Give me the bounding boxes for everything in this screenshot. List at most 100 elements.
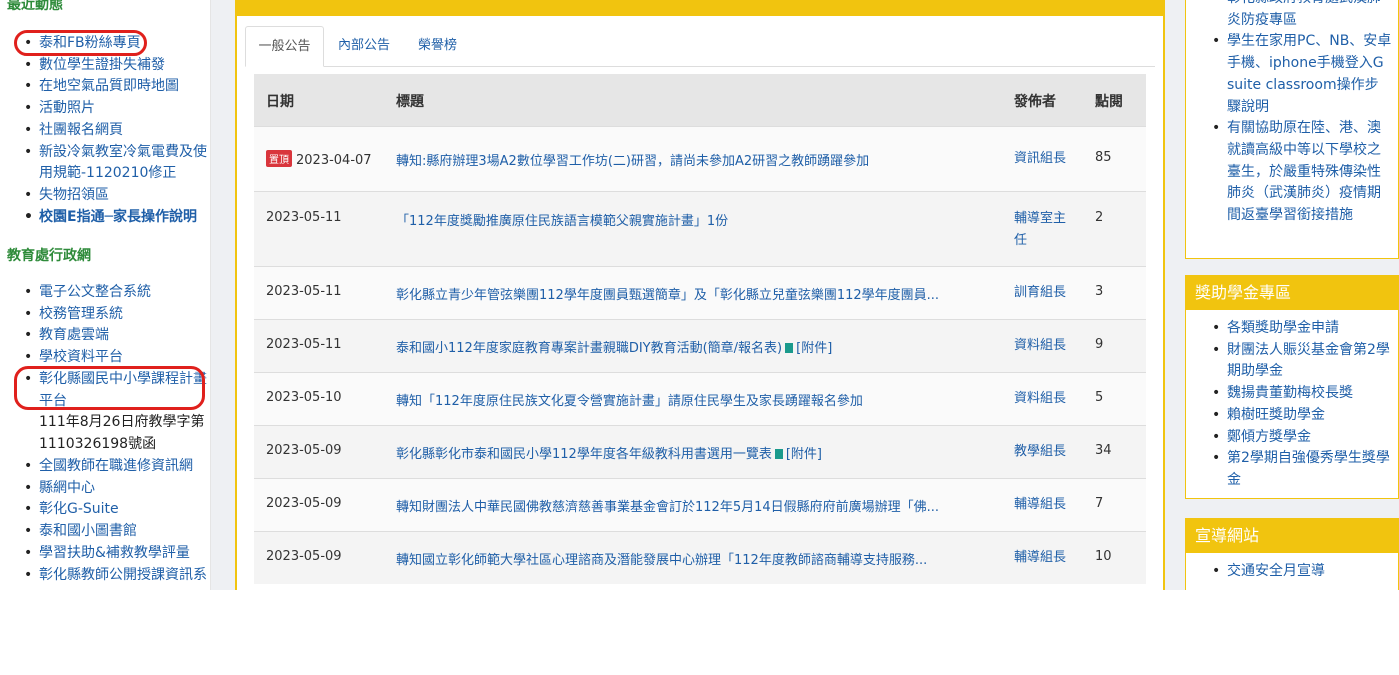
row-hits: 5	[1095, 390, 1104, 405]
scholarship-box: 獎助學金專區 各類獎助學金申請財團法人賑災基金會第2學期助學金魏揚貴董勤梅校長獎…	[1185, 275, 1399, 499]
row-hits: 10	[1095, 549, 1112, 564]
table-row: 2023-05-09 轉知財團法人中華民國佛教慈濟慈善事業基金會訂於112年5月1…	[254, 478, 1146, 531]
row-date: 2023-05-11	[266, 337, 342, 352]
epidemic-link-0[interactable]: 彰化縣政府教育處武漢肺炎防疫專區	[1186, 0, 1398, 31]
recent-link-1[interactable]: 數位學生證掛失補發	[0, 55, 210, 77]
header-title: 標題	[396, 94, 424, 110]
section-title-edu-admin: 教育處行政網	[7, 248, 91, 264]
row-publisher-link[interactable]: 資料組長	[1014, 388, 1076, 410]
edu-link-2[interactable]: 教育處雲端	[0, 325, 210, 347]
recent-link-6[interactable]: 失物招領區	[0, 185, 210, 207]
row-title-link[interactable]: 轉知:縣府辦理3場A2數位學習工作坊(二)研習，請尚未參加A2研習之教師踴躍參加	[396, 154, 869, 169]
row-hits: 85	[1095, 150, 1112, 165]
row-date-cell: 2023-05-11	[266, 210, 342, 225]
scholarship-link-5[interactable]: 第2學期自強優秀學生獎學金	[1186, 448, 1398, 491]
row-hits: 34	[1095, 443, 1112, 458]
announcement-tabs: 一般公告 內部公告 榮譽榜	[245, 26, 1155, 67]
epidemic-link-1[interactable]: 學生在家用PC、NB、安卓手機、iphone手機登入G suite classr…	[1186, 31, 1398, 118]
row-title-link[interactable]: 轉知國立彰化師範大學社區心理諮商及潛能發展中心辦理「112年度教師諮商輔導支持服…	[396, 553, 927, 568]
row-date: 2023-05-11	[266, 284, 342, 299]
scholarship-link-0[interactable]: 各類獎助學金申請	[1186, 318, 1398, 340]
edu-link-b-2[interactable]: 彰化G-Suite	[0, 499, 210, 521]
row-publisher-link[interactable]: 訓育組長	[1014, 282, 1076, 304]
tab-general[interactable]: 一般公告	[245, 26, 324, 67]
row-publisher-link[interactable]: 輔導組長	[1014, 494, 1076, 516]
promotion-box: 宣導網站 交通安全月宣導	[1185, 518, 1399, 590]
row-publisher-link[interactable]: 資訊組長	[1014, 148, 1076, 170]
row-date-cell: 2023-05-09	[266, 496, 342, 511]
recent-link-2[interactable]: 在地空氣品質即時地圖	[0, 76, 210, 98]
row-hits: 3	[1095, 284, 1104, 299]
edu-link-b-3[interactable]: 泰和國小圖書館	[0, 521, 210, 543]
row-title-link[interactable]: 泰和國小112年度家庭教育專案計畫親職DIY教育活動(簡章/報名表)	[396, 341, 782, 356]
row-publisher-link[interactable]: 教學組長	[1014, 441, 1076, 463]
row-date: 2023-05-10	[266, 390, 342, 405]
tab-honor[interactable]: 榮譽榜	[418, 26, 457, 65]
attachment-link[interactable]: [附件]	[796, 341, 832, 356]
table-row: 2023-05-09 轉知國立彰化師範大學社區心理諮商及潛能發展中心辦理「112年…	[254, 531, 1146, 584]
row-hits: 7	[1095, 496, 1104, 511]
file-icon	[774, 449, 783, 459]
right-sidebar: 彰化縣政府教育處武漢肺炎防疫專區學生在家用PC、NB、安卓手機、iphone手機…	[1185, 0, 1399, 590]
highlight-oval-curriculum	[14, 366, 205, 410]
recent-link-7[interactable]: 校園E指通─家長操作說明	[0, 207, 210, 229]
row-title-link[interactable]: 彰化縣彰化市泰和國民小學112學年度各年級教科用書選用一覽表	[396, 447, 772, 462]
row-title-cell: 彰化縣立青少年管弦樂團112學年度團員甄選簡章」及「彰化縣立兒童弦樂團112學年…	[396, 284, 996, 303]
announcement-panel: 一般公告 內部公告 榮譽榜 日期 標題 發佈者 點閱 置頂 2023-04-07 轉…	[235, 0, 1165, 590]
edu-link-b-0[interactable]: 全國教師在職進修資訊網	[0, 456, 210, 478]
row-publisher-link[interactable]: 輔導室主任	[1014, 208, 1076, 252]
row-date-cell: 2023-05-11	[266, 337, 342, 352]
edu-link-b-1[interactable]: 縣網中心	[0, 478, 210, 500]
row-title-link[interactable]: 轉知「112年度原住民族文化夏令營實施計畫」請原住民學生及家長踴躍報名參加	[396, 394, 863, 409]
table-row: 2023-05-11 泰和國小112年度家庭教育專案計畫親職DIY教育活動(簡章/…	[254, 319, 1146, 372]
scholarship-title: 獎助學金專區	[1186, 276, 1398, 310]
table-row: 2023-05-11 彰化縣立青少年管弦樂團112學年度團員甄選簡章」及「彰化縣立…	[254, 266, 1146, 319]
promotion-title: 宣導網站	[1186, 519, 1398, 553]
panel-top-bar	[237, 0, 1163, 16]
epidemic-link-2[interactable]: 有關協助原在陸、港、澳就讀高級中等以下學校之臺生，於嚴重特殊傳染性肺炎（武漢肺炎…	[1186, 118, 1398, 227]
scholarship-link-4[interactable]: 鄭傾方獎學金	[1186, 427, 1398, 449]
row-date: 2023-05-09	[266, 549, 342, 564]
row-date-cell: 置頂 2023-04-07	[266, 150, 372, 168]
edu-link-0[interactable]: 電子公文整合系統	[0, 282, 210, 304]
recent-link-5[interactable]: 新設冷氣教室冷氣電費及使用規範-1120210修正	[0, 142, 210, 185]
section-title-recent: 最近動態	[7, 0, 63, 13]
pinned-badge: 置頂	[266, 150, 292, 167]
scholarship-link-2[interactable]: 魏揚貴董勤梅校長獎	[1186, 383, 1398, 405]
row-date: 2023-04-07	[296, 153, 372, 168]
edu-link-b-4[interactable]: 學習扶助&補救教學評量	[0, 543, 210, 565]
header-hits: 點閱	[1095, 94, 1123, 110]
row-title-cell: 轉知財團法人中華民國佛教慈濟慈善事業基金會訂於112年5月14日假縣府府前廣場辦…	[396, 496, 996, 515]
table-row: 2023-05-11 「112年度獎勵推廣原住民族語言模範父親實施計畫」1份 輔導室…	[254, 191, 1146, 266]
header-date: 日期	[266, 94, 294, 110]
table-body: 置頂 2023-04-07 轉知:縣府辦理3場A2數位學習工作坊(二)研習，請尚未參…	[254, 126, 1146, 584]
edu-link-1[interactable]: 校務管理系統	[0, 304, 210, 326]
table-row: 置頂 2023-04-07 轉知:縣府辦理3場A2數位學習工作坊(二)研習，請尚未參…	[254, 126, 1146, 191]
recent-links-list: 泰和FB粉絲專頁數位學生證掛失補發在地空氣品質即時地圖活動照片社團報名網頁新設冷…	[0, 33, 210, 228]
header-publisher: 發佈者	[1014, 94, 1056, 110]
recent-link-3[interactable]: 活動照片	[0, 98, 210, 120]
row-hits: 9	[1095, 337, 1104, 352]
row-date-cell: 2023-05-09	[266, 549, 342, 564]
scholarship-link-3[interactable]: 賴樹旺獎助學金	[1186, 405, 1398, 427]
row-date-cell: 2023-05-10	[266, 390, 342, 405]
row-title-cell: 「112年度獎勵推廣原住民族語言模範父親實施計畫」1份	[396, 210, 996, 229]
row-title-link[interactable]: 「112年度獎勵推廣原住民族語言模範父親實施計畫」1份	[396, 214, 728, 229]
row-title-link[interactable]: 轉知財團法人中華民國佛教慈濟慈善事業基金會訂於112年5月14日假縣府府前廣場辦…	[396, 500, 939, 515]
scholarship-list: 各類獎助學金申請財團法人賑災基金會第2學期助學金魏揚貴董勤梅校長獎賴樹旺獎助學金…	[1186, 310, 1398, 492]
announcement-table: 日期 標題 發佈者 點閱 置頂 2023-04-07 轉知:縣府辦理3場A2數位學習…	[254, 74, 1146, 584]
recent-link-4[interactable]: 社團報名網頁	[0, 120, 210, 142]
row-publisher-link[interactable]: 輔導組長	[1014, 547, 1076, 569]
edu-link-b-5[interactable]: 彰化縣教師公開授課資訊系	[0, 565, 210, 587]
row-title-cell: 彰化縣彰化市泰和國民小學112學年度各年級教科用書選用一覽表 [附件]	[396, 443, 996, 462]
promotion-link-0[interactable]: 交通安全月宣導	[1186, 561, 1398, 583]
attachment-link[interactable]: [附件]	[786, 447, 822, 462]
row-date: 2023-05-09	[266, 443, 342, 458]
edu-links-list-b: 全國教師在職進修資訊網縣網中心彰化G-Suite泰和國小圖書館學習扶助&補救教學…	[0, 456, 210, 586]
table-row: 2023-05-10 轉知「112年度原住民族文化夏令營實施計畫」請原住民學生及家…	[254, 372, 1146, 425]
tab-internal[interactable]: 內部公告	[338, 26, 390, 65]
table-header: 日期 標題 發佈者 點閱	[254, 74, 1146, 126]
row-publisher-link[interactable]: 資料組長	[1014, 335, 1076, 357]
scholarship-link-1[interactable]: 財團法人賑災基金會第2學期助學金	[1186, 340, 1398, 383]
row-title-link[interactable]: 彰化縣立青少年管弦樂團112學年度團員甄選簡章」及「彰化縣立兒童弦樂團112學年…	[396, 288, 939, 303]
